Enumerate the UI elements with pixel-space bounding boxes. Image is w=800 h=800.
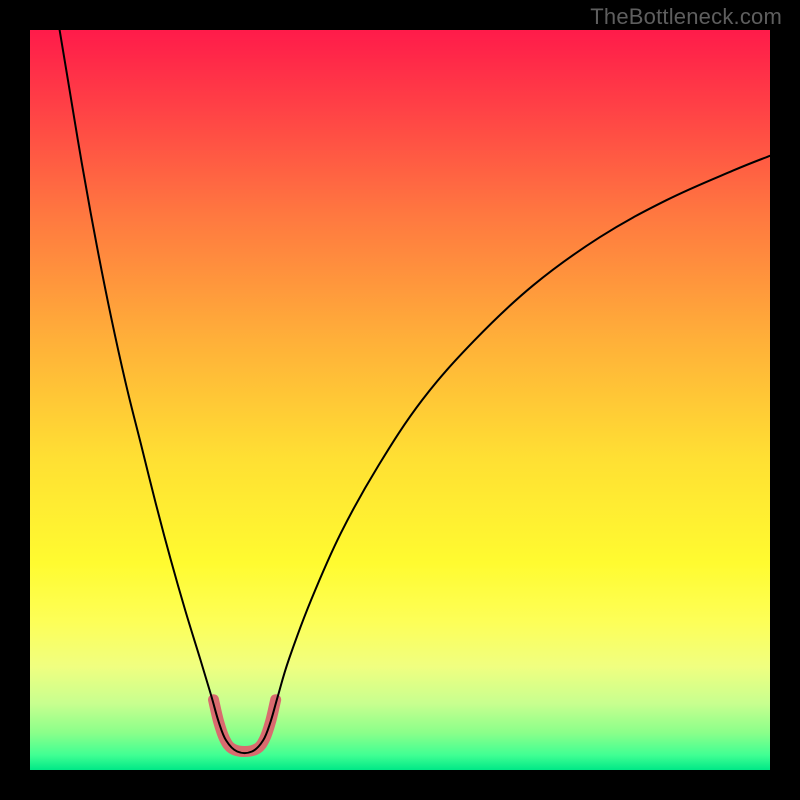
plot-area: [30, 30, 770, 770]
watermark-text: TheBottleneck.com: [590, 4, 782, 30]
plot-svg: [30, 30, 770, 770]
gradient-background: [30, 30, 770, 770]
chart-frame: TheBottleneck.com: [0, 0, 800, 800]
